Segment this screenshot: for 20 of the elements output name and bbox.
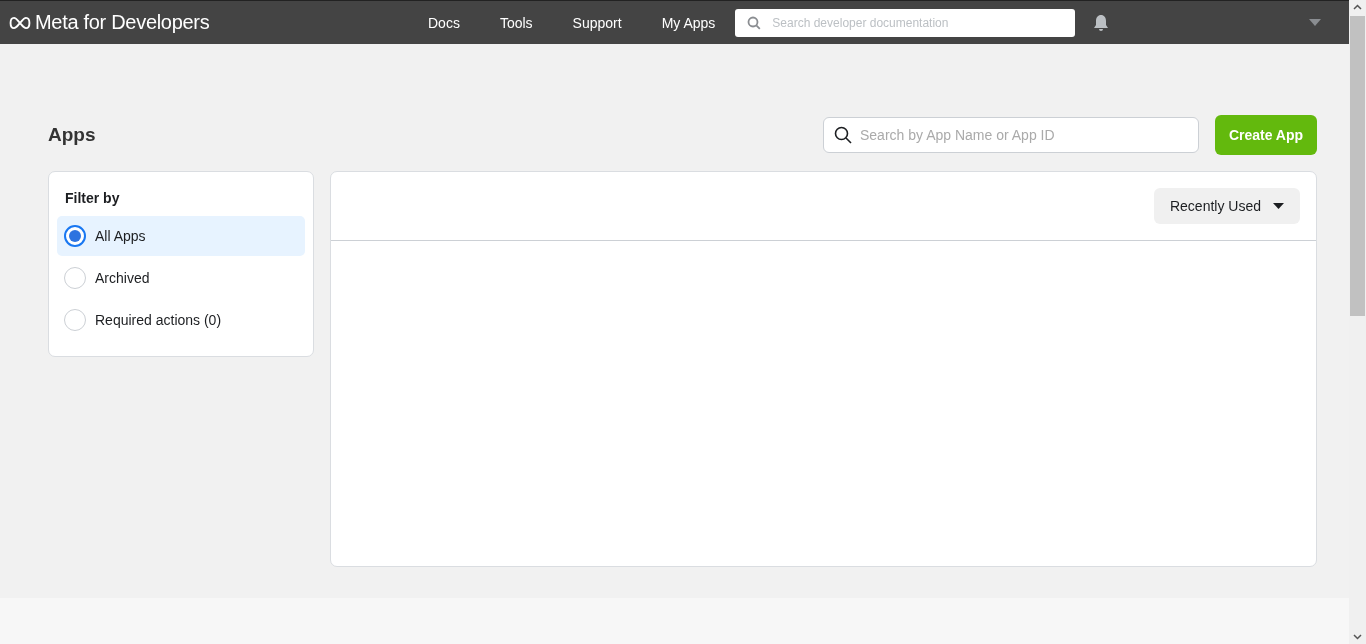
nav-link[interactable]: Docs xyxy=(408,14,480,31)
caret-down-icon xyxy=(1273,203,1284,209)
app-search-field[interactable]: Search by App Name or App ID xyxy=(823,117,1199,153)
infinity-logo-icon xyxy=(8,15,32,30)
nav-link[interactable]: Tools xyxy=(479,14,553,31)
nav-link[interactable]: Support xyxy=(552,14,642,31)
caret-down-icon[interactable] xyxy=(1309,19,1321,26)
filter-title: Filter by xyxy=(64,189,121,208)
page-title: Apps xyxy=(48,124,97,146)
chevron-up-icon[interactable] xyxy=(1353,4,1362,10)
documentation-search-field[interactable]: Search developer documentation xyxy=(735,8,1076,37)
chevron-down-icon[interactable] xyxy=(1353,634,1362,640)
filter-option[interactable]: All Apps xyxy=(57,216,305,256)
radio-button[interactable] xyxy=(64,225,86,247)
bell-icon[interactable] xyxy=(1092,13,1111,32)
filter-option[interactable]: Archived xyxy=(57,258,305,298)
sort-dropdown[interactable]: Recently Used xyxy=(1153,188,1300,224)
filter-option[interactable]: Required actions (0) xyxy=(57,300,305,340)
brand-name[interactable]: Meta for Developers xyxy=(35,11,210,34)
nav-link[interactable]: My Apps xyxy=(641,14,736,31)
